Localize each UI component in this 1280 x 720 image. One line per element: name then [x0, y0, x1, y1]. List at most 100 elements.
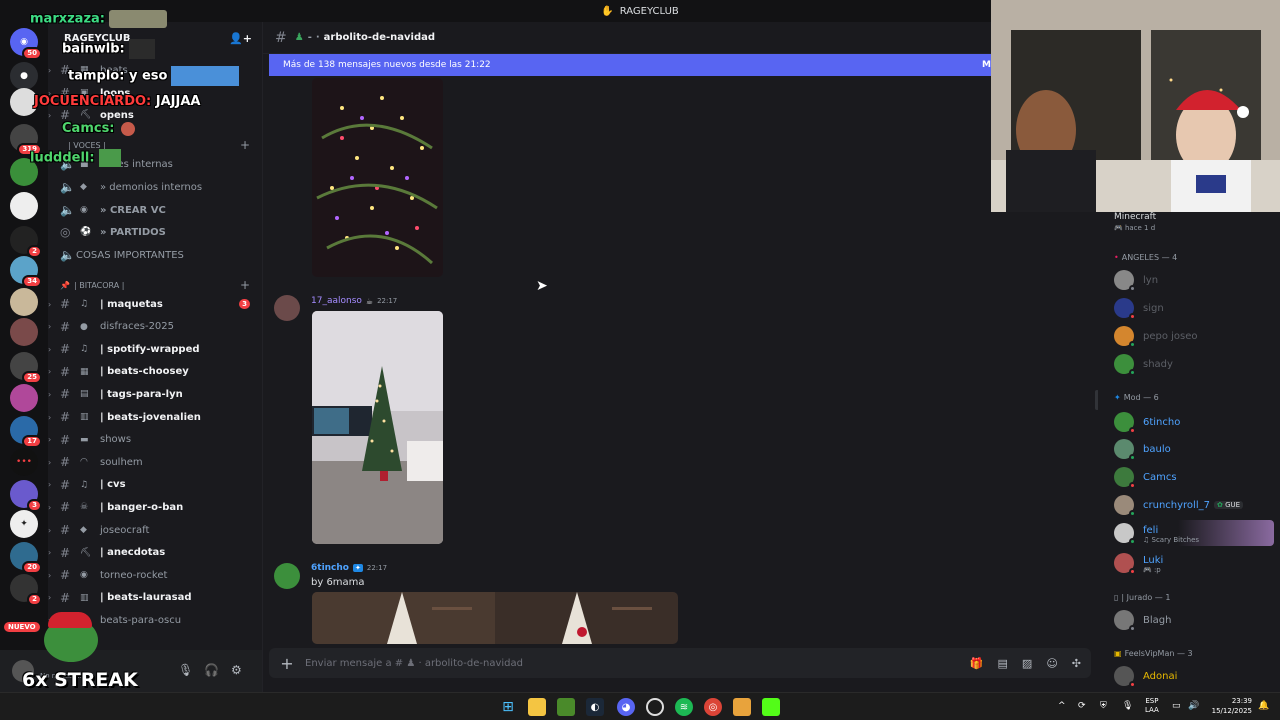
channel-item[interactable]: › # ⛏ | anecdotas [48, 543, 262, 563]
channel-item[interactable]: › # ♫ | spotify-wrapped [48, 339, 262, 359]
rail-badge: 34 [22, 275, 42, 288]
member-group-header: ✦ Mod — 6 [1114, 393, 1159, 402]
member-item[interactable]: Camcs [1114, 464, 1274, 490]
discord-icon[interactable]: ◕ [617, 698, 635, 716]
server-icon[interactable]: 20 [10, 542, 42, 574]
composer-placeholder[interactable]: Enviar mensaje a # ♟ · arbolito-de-navid… [305, 658, 523, 669]
message-image[interactable] [312, 311, 443, 544]
server-icon[interactable] [10, 318, 38, 346]
voice-channel[interactable]: 🔈 ◆ » demonios internos [48, 177, 262, 197]
headphones-icon[interactable]: 🎧 [204, 663, 219, 677]
apps-icon[interactable]: ✣ [1072, 657, 1081, 670]
channel-item[interactable]: › # ☠ | banger-o-ban [48, 497, 262, 517]
chrome-icon[interactable]: ◎ [704, 698, 722, 716]
windows-start-icon[interactable]: ⊞ [499, 698, 517, 716]
server-icon[interactable]: 2 [10, 226, 42, 258]
channel-item[interactable]: › # ▤ | tags-para-lyn [48, 384, 262, 404]
server-icon[interactable]: 17 [10, 416, 42, 448]
obs-icon[interactable] [646, 698, 664, 716]
chevron-right-icon: › [48, 570, 52, 580]
category-bitacora[interactable]: 📌 | BITACORA | + [48, 276, 262, 294]
language-indicator[interactable]: ESP LAA [1145, 697, 1159, 715]
server-icon[interactable] [10, 288, 38, 316]
member-item[interactable]: Adonai [1114, 663, 1274, 689]
emoji-icon[interactable]: ☺ [1046, 657, 1057, 670]
voice-channel[interactable]: 🔈 ◉ » CREAR VC [48, 200, 262, 220]
network-icon[interactable]: ▭ [1172, 701, 1181, 711]
channel-item[interactable]: › # ▥ | beats-laurasad [48, 588, 262, 608]
file-explorer-icon[interactable] [528, 698, 546, 716]
member-item[interactable]: lyn [1114, 267, 1274, 293]
member-item[interactable]: Blagh [1114, 607, 1274, 633]
member-item[interactable]: 6tincho [1114, 407, 1274, 437]
member-item[interactable]: baulo [1114, 436, 1274, 462]
add-attachment-icon[interactable]: + [269, 654, 305, 673]
mic-tray-icon[interactable]: 🎙 [1122, 701, 1133, 711]
add-channel-icon[interactable]: + [240, 138, 250, 152]
channel-item[interactable]: › # ● disfraces-2025 [48, 317, 262, 337]
channel-item[interactable]: › # ▥ | beats-jovenalien [48, 407, 262, 427]
member-item[interactable]: sign [1114, 295, 1274, 321]
overlay-emote-icon [109, 10, 167, 28]
volume-icon[interactable]: 🔊 [1188, 701, 1199, 711]
security-icon[interactable]: ⛨ [1100, 701, 1107, 711]
gear-icon[interactable]: ⚙ [231, 663, 242, 677]
server-icon[interactable] [10, 192, 38, 220]
channel-item[interactable]: › # ♫ | cvs [48, 475, 262, 495]
mark-read-label[interactable]: M [982, 60, 991, 70]
server-icon[interactable]: 34 [10, 256, 42, 288]
minecraft-icon[interactable] [557, 698, 575, 716]
server-icon[interactable]: 2 [10, 574, 42, 606]
member-item[interactable]: pepo joseo [1114, 323, 1274, 349]
server-icon[interactable]: ✦ [10, 510, 38, 538]
channel-item[interactable]: › # ♫ | maquetas 3 [48, 294, 262, 314]
member-item[interactable]: Luki 🎮 :p [1114, 550, 1274, 576]
avatar[interactable] [274, 563, 300, 589]
chevron-up-icon[interactable]: ^ [1058, 701, 1066, 711]
server-icon[interactable]: 319 [10, 124, 42, 156]
steam-icon[interactable]: ◐ [586, 698, 604, 716]
channel-item[interactable]: › # ◆ joseocraft [48, 520, 262, 540]
member-item[interactable]: feli ♫ Scary Bitches [1114, 520, 1274, 546]
voice-channel[interactable]: ◎ ⚽ » PARTIDOS [48, 222, 262, 242]
server-home-icon[interactable]: ◉ 50 [10, 28, 42, 60]
kick-icon[interactable] [762, 698, 780, 716]
tag-text: GUE [1225, 501, 1241, 509]
author-name[interactable]: 6tincho [311, 563, 349, 573]
clock[interactable]: 23:39 15/12/2025 [1208, 696, 1252, 716]
member-item[interactable]: shady [1114, 351, 1274, 377]
server-icon[interactable]: ••• [10, 448, 38, 476]
channel-item[interactable]: › # ◠ soulhem [48, 452, 262, 472]
activity-title: Minecraft [1114, 212, 1157, 222]
add-channel-icon[interactable]: + [240, 278, 250, 292]
new-messages-bar[interactable]: Más de 138 mensajes nuevos desde las 21:… [269, 54, 995, 76]
member-item[interactable]: crunchyroll_7 ✿ GUE [1114, 492, 1274, 518]
notification-icon[interactable]: 🔔 [1258, 701, 1269, 711]
gift-icon[interactable]: 🎁 [970, 657, 984, 670]
status-dot [1129, 482, 1136, 489]
sticker-icon[interactable]: ▨ [1022, 657, 1032, 670]
server-icon[interactable] [10, 384, 38, 412]
server-icon[interactable]: ● [10, 62, 38, 90]
channel-item[interactable]: › # ▬ shows [48, 430, 262, 450]
avatar [1114, 439, 1136, 461]
hash-icon: # [275, 29, 287, 46]
channel-item[interactable]: › # ▦ | beats-choosey [48, 362, 262, 382]
group-label: FeelsVipMan — 3 [1124, 649, 1193, 658]
server-icon[interactable]: 3 [10, 480, 42, 512]
invite-icon[interactable]: 👤+ [229, 32, 252, 45]
message-image[interactable] [312, 592, 678, 644]
message-image[interactable] [312, 78, 443, 277]
avatar [1114, 523, 1136, 545]
voice-channel[interactable]: 🔈 COSAS IMPORTANTES [48, 245, 262, 265]
microphone-icon[interactable]: 🎙 [178, 663, 193, 677]
channel-item[interactable]: › # ◉ torneo-rocket [48, 565, 262, 585]
spotify-icon[interactable]: ≋ [675, 698, 693, 716]
gif-icon[interactable]: ▤ [998, 657, 1008, 670]
author-name[interactable]: 17_aalonso [311, 296, 362, 306]
avatar[interactable] [274, 295, 300, 321]
app-icon[interactable] [733, 698, 751, 716]
message-composer[interactable]: + Enviar mensaje a # ♟ · arbolito-de-nav… [269, 648, 1091, 678]
server-icon[interactable]: 25 [10, 352, 42, 384]
sync-icon[interactable]: ⟳ [1078, 701, 1086, 711]
